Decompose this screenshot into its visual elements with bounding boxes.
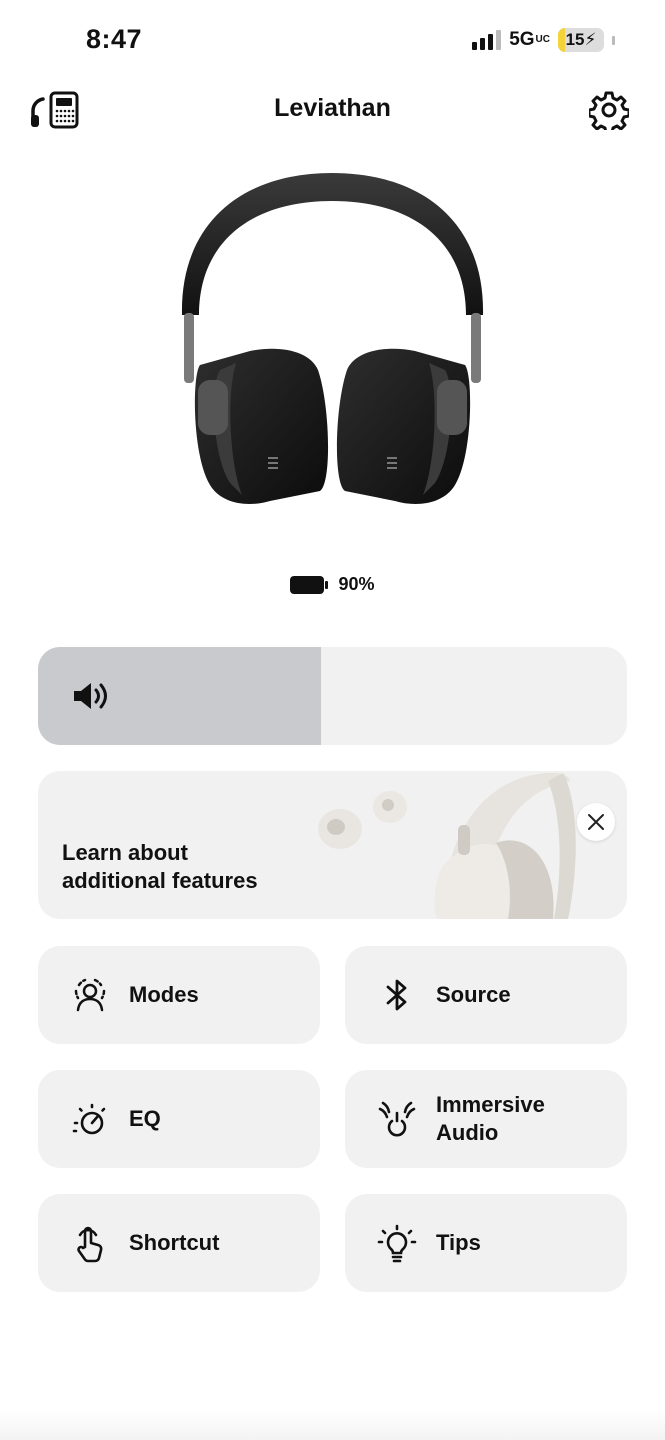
gear-icon: [589, 91, 629, 130]
promo-text: Learn about additional features: [62, 840, 258, 893]
settings-button[interactable]: [583, 88, 635, 132]
lightbulb-icon: [377, 1224, 417, 1263]
shortcut-label: Shortcut: [129, 1230, 220, 1255]
tips-tile[interactable]: Tips: [345, 1194, 627, 1292]
battery-icon: [290, 575, 329, 594]
volume-slider[interactable]: [38, 647, 627, 745]
headphones-image: [181, 173, 484, 504]
status-bar: 8:47 5G UC 15⚡︎: [0, 0, 665, 80]
bottom-edge: [0, 1410, 665, 1440]
feature-promo-card[interactable]: Learn about additional features: [38, 771, 627, 919]
modes-label: Modes: [129, 982, 199, 1007]
eq-label: EQ: [129, 1106, 161, 1131]
charging-bolt-icon: ⚡︎: [584, 30, 597, 49]
promo-close-button[interactable]: [577, 803, 615, 841]
network-label: 5G: [509, 29, 535, 50]
device-battery-value: 90%: [338, 574, 375, 594]
immersive-audio-label: Immersive Audio: [436, 1092, 545, 1145]
device-battery: 90%: [0, 574, 665, 595]
phone-battery-value: 15: [565, 30, 585, 49]
eq-dial-icon: [72, 1103, 106, 1135]
app-header: Leviathan: [0, 80, 665, 140]
immersive-audio-icon: [378, 1101, 416, 1137]
phone-battery-icon: 15⚡︎: [558, 28, 604, 52]
bluetooth-icon: [386, 979, 407, 1011]
close-icon: [588, 814, 604, 830]
status-time: 8:47: [86, 24, 143, 54]
promo-product-image: [318, 772, 576, 919]
shortcut-tile[interactable]: Shortcut: [38, 1194, 320, 1292]
eq-tile[interactable]: EQ: [38, 1070, 320, 1168]
speaker-icon: [74, 683, 107, 709]
source-tile[interactable]: Source: [345, 946, 627, 1044]
modes-icon: [74, 978, 106, 1012]
signal-icon: [472, 30, 502, 50]
touch-icon: [77, 1226, 103, 1263]
page-title: Leviathan: [274, 94, 391, 122]
network-type: 5G UC: [509, 29, 550, 51]
source-label: Source: [436, 982, 511, 1007]
status-indicators: 5G UC 15⚡︎: [472, 28, 615, 52]
immersive-audio-tile[interactable]: Immersive Audio: [345, 1070, 627, 1168]
network-suffix: UC: [535, 34, 550, 45]
modes-tile[interactable]: Modes: [38, 946, 320, 1044]
tips-label: Tips: [436, 1230, 481, 1255]
